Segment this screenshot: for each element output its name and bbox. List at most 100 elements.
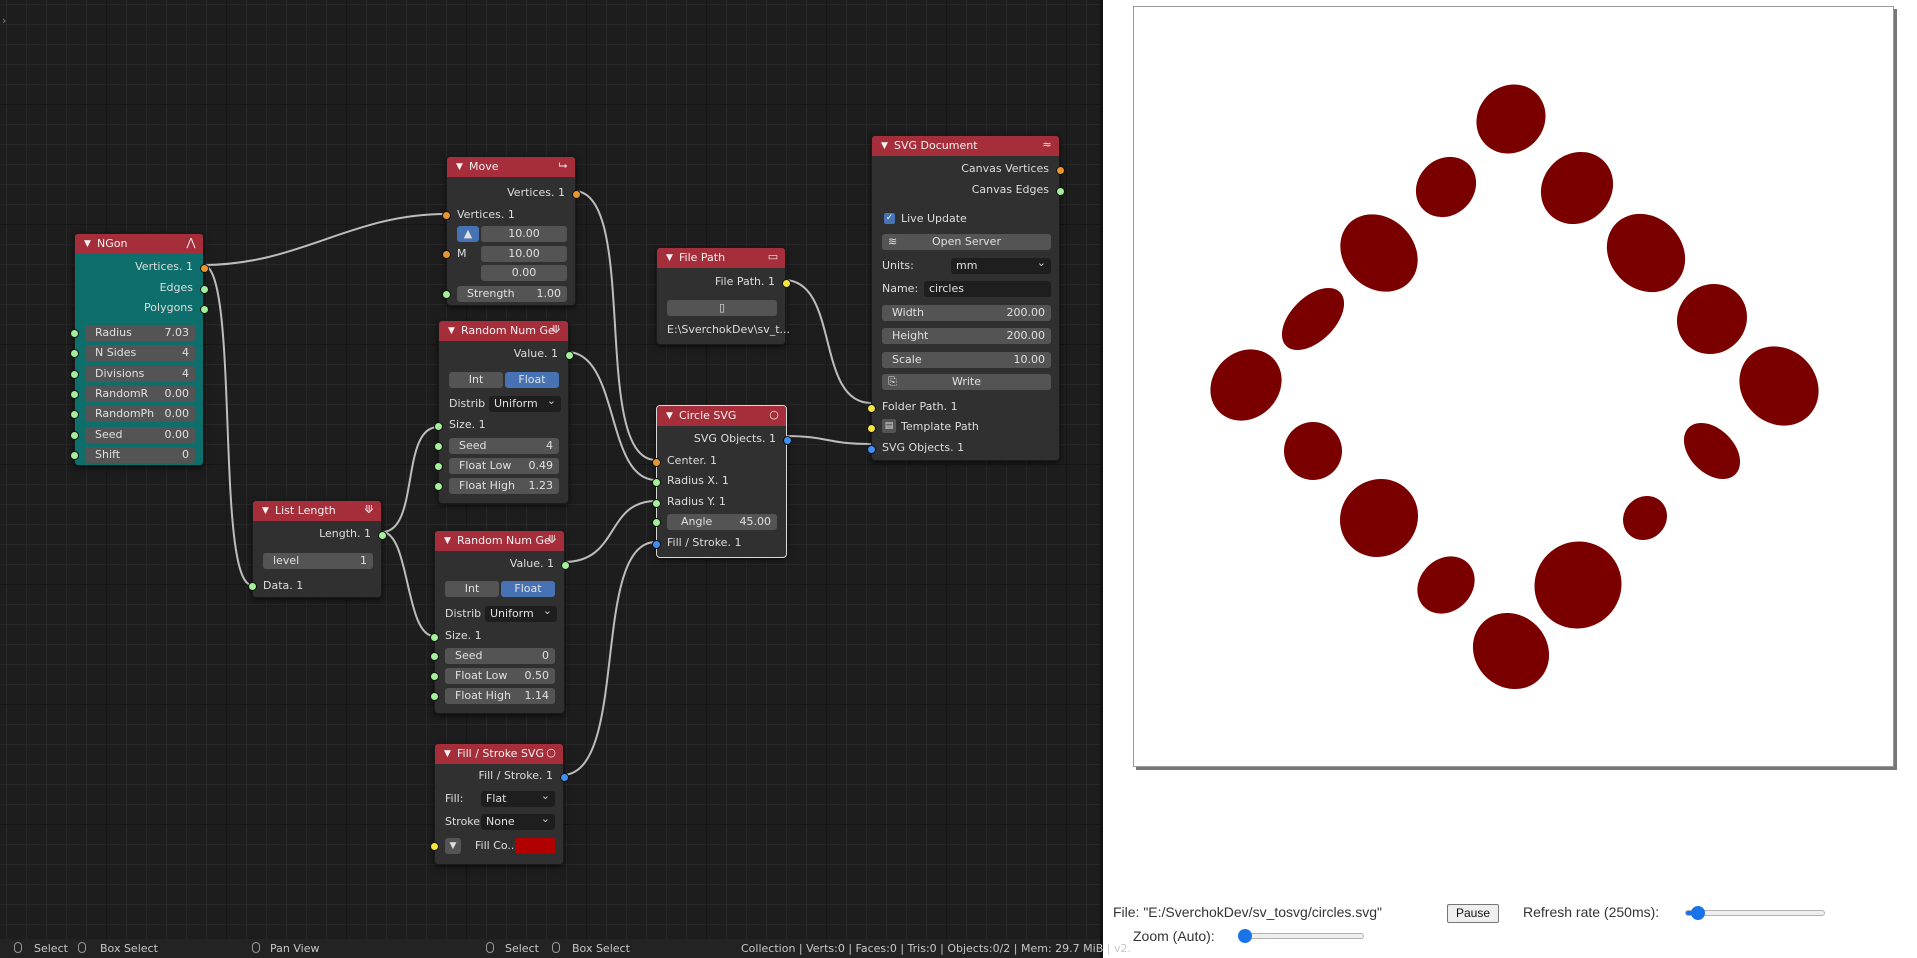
- socket-svg-objects-out[interactable]: [783, 436, 792, 445]
- svg-document-node-header[interactable]: ▼ SVG Document ≈: [872, 136, 1059, 156]
- mode-float-button[interactable]: Float: [501, 581, 555, 597]
- socket-float-low-in[interactable]: [434, 462, 443, 471]
- collapse-icon[interactable]: ▼: [881, 136, 888, 156]
- socket-radius-x-in[interactable]: [652, 478, 661, 487]
- socket-strength-in[interactable]: [442, 290, 451, 299]
- socket-nsides-in[interactable]: [70, 349, 79, 358]
- zoom-knob[interactable]: [1238, 929, 1252, 943]
- random-num-gen-node-1[interactable]: ▼ Random Num Ge ⟱ Value. 1 Int Float Dis…: [434, 320, 574, 504]
- live-update-checkbox[interactable]: ✓: [884, 213, 895, 224]
- float-low-field[interactable]: Float Low 0.50: [445, 668, 555, 684]
- list-length-node-header[interactable]: ▼ List Length ⟱: [253, 501, 381, 521]
- collapse-icon[interactable]: ▼: [444, 744, 451, 764]
- socket-radius-in[interactable]: [70, 329, 79, 338]
- angle-field[interactable]: Angle 45.00: [667, 514, 777, 530]
- float-low-field[interactable]: Float Low 0.49: [449, 458, 559, 474]
- socket-length-out[interactable]: [378, 531, 387, 540]
- socket-value-out[interactable]: [561, 561, 570, 570]
- ngon-node[interactable]: ▼ NGon ⋀ Vertices. 1 Edges Polygons Radi…: [70, 233, 209, 466]
- collapse-icon[interactable]: ▼: [456, 157, 463, 177]
- vector-z-field[interactable]: 0.00: [481, 265, 567, 281]
- nsides-field[interactable]: N Sides 4: [85, 345, 195, 361]
- socket-canvas-vertices-out[interactable]: [1056, 166, 1065, 175]
- fill-select[interactable]: Flat: [481, 791, 555, 807]
- distrib-select[interactable]: Uniform: [489, 396, 561, 412]
- socket-vector-in[interactable]: [442, 250, 451, 259]
- socket-seed-in[interactable]: [434, 442, 443, 451]
- shift-field[interactable]: Shift 0: [85, 447, 195, 463]
- socket-vertices-out[interactable]: [572, 190, 581, 199]
- collapse-icon[interactable]: ▼: [448, 321, 455, 341]
- file-path-node[interactable]: ▼ File Path ▭ File Path. 1 ▯ E:\Sverchok…: [656, 247, 791, 345]
- float-high-field[interactable]: Float High 1.14: [445, 688, 555, 704]
- fill-stroke-node-header[interactable]: ▼ Fill / Stroke SVG ○: [435, 744, 563, 764]
- seed-field[interactable]: Seed 4: [449, 438, 559, 454]
- mode-int-button[interactable]: Int: [445, 581, 499, 597]
- svg-preview-canvas[interactable]: [1133, 6, 1894, 767]
- expand-color-button[interactable]: ▼: [445, 838, 461, 854]
- fill-stroke-svg-node[interactable]: ▼ Fill / Stroke SVG ○ Fill / Stroke. 1 F…: [430, 743, 569, 865]
- socket-angle-in[interactable]: [652, 518, 661, 527]
- random-num-gen-node-2[interactable]: ▼ Random Num Ge ⟱ Value. 1 Int Float Dis…: [430, 530, 570, 714]
- scale-field[interactable]: Scale 10.00: [882, 352, 1051, 368]
- list-length-node[interactable]: ▼ List Length ⟱ Length. 1 level 1 Data. 1: [248, 500, 387, 598]
- node-editor[interactable]: › ▼ NGon ⋀ Vertices. 1 Edges Polygons Ra…: [0, 0, 1100, 939]
- fill-color-swatch[interactable]: [515, 838, 555, 854]
- divisions-field[interactable]: Divisions 4: [85, 366, 195, 382]
- socket-seed-in[interactable]: [70, 431, 79, 440]
- random-node-header[interactable]: ▼ Random Num Ge ⟱: [435, 531, 564, 551]
- circle-svg-node-header[interactable]: ▼ Circle SVG ○: [657, 406, 786, 426]
- socket-polygons-out[interactable]: [200, 305, 209, 314]
- socket-vertices-out[interactable]: [200, 264, 209, 273]
- height-field[interactable]: Height 200.00: [882, 328, 1051, 344]
- socket-seed-in[interactable]: [430, 652, 439, 661]
- socket-svg-objects-in[interactable]: [867, 445, 876, 454]
- socket-fill-color-in[interactable]: [430, 842, 439, 851]
- width-field[interactable]: Width 200.00: [882, 305, 1051, 321]
- browse-file-button[interactable]: ▯: [667, 300, 777, 316]
- move-node[interactable]: ▼ Move ⮡ Vertices. 1 Vertices. 1 ▲ 10.00…: [442, 156, 581, 306]
- distrib-select[interactable]: Uniform: [485, 606, 557, 622]
- ngon-node-header[interactable]: ▼ NGon ⋀: [75, 234, 203, 254]
- seed-field[interactable]: Seed 0: [445, 648, 555, 664]
- pause-button[interactable]: Pause: [1447, 904, 1500, 923]
- socket-randomr-in[interactable]: [70, 390, 79, 399]
- move-node-header[interactable]: ▼ Move ⮡: [447, 157, 575, 177]
- mode-float-button[interactable]: Float: [505, 372, 559, 388]
- socket-fill-stroke-in[interactable]: [652, 540, 661, 549]
- refresh-rate-knob[interactable]: [1691, 906, 1705, 920]
- name-input[interactable]: circles: [924, 281, 1051, 297]
- float-high-field[interactable]: Float High 1.23: [449, 478, 559, 494]
- mode-int-button[interactable]: Int: [449, 372, 503, 388]
- refresh-rate-slider[interactable]: [1685, 906, 1825, 920]
- socket-file-path-out[interactable]: [782, 279, 791, 288]
- socket-divisions-in[interactable]: [70, 370, 79, 379]
- socket-float-low-in[interactable]: [430, 672, 439, 681]
- socket-folder-path-in[interactable]: [867, 404, 876, 413]
- collapse-icon[interactable]: ▼: [262, 501, 269, 521]
- vector-x-field[interactable]: 10.00: [481, 226, 567, 242]
- collapse-icon[interactable]: ▼: [666, 406, 673, 426]
- open-server-button[interactable]: ≋ Open Server: [882, 234, 1051, 250]
- radius-field[interactable]: Radius 7.03: [85, 325, 195, 341]
- write-button[interactable]: ⎘ Write: [882, 374, 1051, 390]
- template-icon[interactable]: ▤: [882, 419, 896, 433]
- socket-radius-y-in[interactable]: [652, 499, 661, 508]
- randomr-field[interactable]: RandomR 0.00: [85, 386, 195, 402]
- socket-vertices-in[interactable]: [442, 211, 451, 220]
- randomph-field[interactable]: RandomPh 0.00: [85, 406, 195, 422]
- zoom-slider[interactable]: [1238, 929, 1364, 943]
- random-node-header[interactable]: ▼ Random Num Ge ⟱: [439, 321, 568, 341]
- socket-edges-out[interactable]: [200, 285, 209, 294]
- socket-shift-in[interactable]: [70, 451, 79, 460]
- socket-center-in[interactable]: [652, 458, 661, 467]
- strength-field[interactable]: Strength 1.00: [457, 286, 567, 302]
- seed-field[interactable]: Seed 0.00: [85, 427, 195, 443]
- socket-float-high-in[interactable]: [430, 692, 439, 701]
- socket-randomph-in[interactable]: [70, 410, 79, 419]
- socket-data-in[interactable]: [248, 582, 257, 591]
- area-divider[interactable]: [1100, 0, 1103, 958]
- socket-template-path-in[interactable]: [867, 424, 876, 433]
- units-select[interactable]: mm: [951, 258, 1051, 274]
- level-field[interactable]: level 1: [263, 553, 373, 569]
